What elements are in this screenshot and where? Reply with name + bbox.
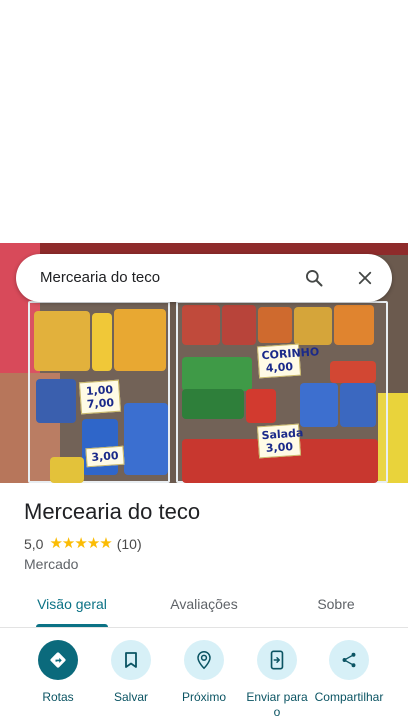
send-to-phone-label: Enviar para o: [246, 690, 308, 719]
photo-snack-pack: [92, 313, 112, 371]
photo-snack-pack: [34, 311, 90, 371]
close-icon[interactable]: [349, 262, 381, 294]
star-rating: ★ ★ ★ ★ ★: [49, 535, 112, 552]
star-icon: ★: [86, 535, 100, 552]
nearby-label: Próximo: [181, 690, 226, 704]
nearby-button[interactable]: Próximo: [165, 640, 243, 705]
photo-snack-pack: [114, 309, 166, 371]
directions-label: Rotas: [42, 690, 74, 704]
action-buttons: Rotas Salvar Próximo Enviar para o Compa…: [0, 640, 408, 726]
photo-snack-pack: [222, 305, 256, 345]
save-button[interactable]: Salvar: [92, 640, 170, 705]
search-bar[interactable]: Mercearia do teco: [16, 254, 392, 302]
share-icon: [329, 640, 369, 680]
send-to-phone-button[interactable]: Enviar para o: [238, 640, 316, 720]
tab-about[interactable]: Sobre: [296, 584, 376, 628]
star-icon: ★: [49, 535, 62, 552]
photo-price-tag: 1,00 7,00: [78, 379, 122, 415]
rating-value: 5,0: [24, 536, 44, 552]
photo-price-tag: Salada 3,00: [256, 423, 304, 459]
directions-icon: [38, 640, 78, 680]
photo-snack-pack: [182, 389, 244, 419]
photo-price-tag: CORINHO 4,00: [256, 343, 320, 379]
tab-bar: Visão geral Avaliações Sobre: [0, 584, 408, 628]
photo-snack-pack: [340, 383, 376, 427]
tab-indicator: [36, 624, 108, 627]
map-area[interactable]: [0, 0, 408, 243]
share-button[interactable]: Compartilhar: [310, 640, 388, 705]
tab-reviews[interactable]: Avaliações: [154, 584, 254, 628]
photo-snack-pack: [246, 389, 276, 423]
save-label: Salvar: [113, 690, 148, 704]
bookmark-icon: [111, 640, 151, 680]
review-count[interactable]: (10): [117, 536, 142, 552]
photo-snack-pack: [300, 383, 338, 427]
photo-snack-pack: [334, 305, 374, 345]
photo-price-tag: 3,00: [85, 445, 125, 468]
photo-snack-pack: [182, 357, 252, 391]
place-category: Mercado: [24, 556, 79, 572]
share-label: Compartilhar: [314, 690, 384, 704]
photo-snack-pack: [50, 457, 84, 483]
place-title: Mercearia do teco: [24, 499, 201, 524]
photo-snack-pack: [182, 305, 220, 345]
photo-snack-pack: [124, 403, 168, 475]
star-icon: ★: [61, 535, 75, 552]
photo-snack-pack: [36, 379, 76, 423]
directions-button[interactable]: Rotas: [19, 640, 97, 705]
tab-overview[interactable]: Visão geral: [22, 584, 122, 628]
photo-snack-pack: [258, 307, 292, 343]
send-to-phone-icon: [257, 640, 297, 680]
nearby-icon: [184, 640, 224, 680]
star-icon: ★: [74, 535, 87, 552]
star-icon: ★: [99, 535, 112, 552]
search-query[interactable]: Mercearia do teco: [40, 254, 160, 302]
photo-snack-pack: [294, 307, 332, 345]
photo-snack-pack: [330, 361, 376, 383]
search-icon[interactable]: [298, 262, 330, 294]
rating-row[interactable]: 5,0 ★ ★ ★ ★ ★ (10): [24, 535, 142, 553]
